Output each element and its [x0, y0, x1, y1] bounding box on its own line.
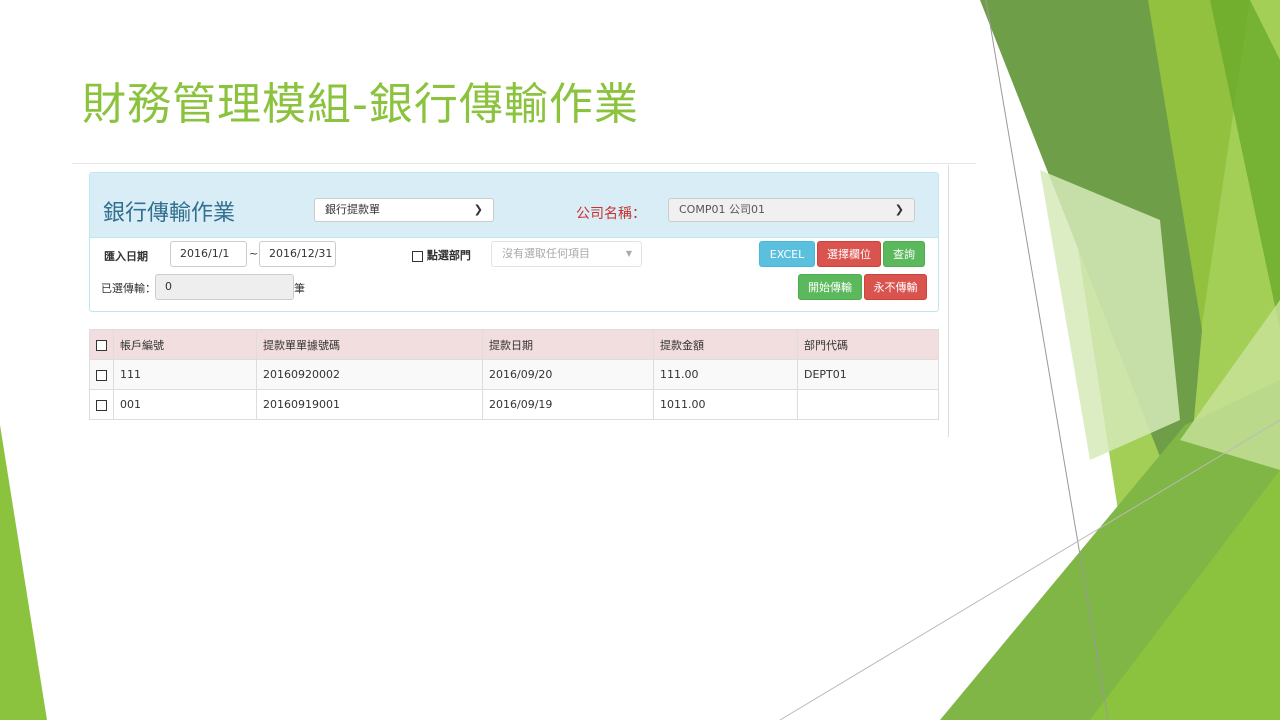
checkbox-icon [96, 339, 107, 351]
dept-placeholder: 沒有選取任何項目 [502, 247, 590, 260]
table-cell [797, 389, 939, 420]
start-transfer-button[interactable]: 開始傳輸 [798, 274, 862, 300]
slide-title: 財務管理模組-銀行傳輸作業 [82, 79, 639, 130]
excel-button[interactable]: EXCEL [759, 241, 815, 267]
column-header[interactable]: 提款日期 [482, 329, 654, 360]
date-to-input[interactable]: 2016/12/31 [259, 241, 336, 267]
table-cell: 111 [113, 359, 257, 390]
chevron-down-icon: ❯ [473, 203, 483, 216]
table-cell: 20160920002 [256, 359, 483, 390]
filter-panel: 銀行傳輸作業 銀行提款單 ❯ 公司名稱： COMP01 公司01 ❯ 匯入日期 … [89, 172, 939, 312]
checkbox-icon [412, 250, 423, 262]
date-label: 匯入日期 [104, 250, 148, 263]
panel-header: 銀行傳輸作業 銀行提款單 ❯ 公司名稱： COMP01 公司01 ❯ [90, 173, 938, 238]
never-transfer-button[interactable]: 永不傳輸 [864, 274, 927, 300]
company-label: 公司名稱： [576, 206, 646, 222]
table-cell: 1011.00 [653, 389, 798, 420]
date-from-input[interactable]: 2016/1/1 [170, 241, 247, 267]
company-value: COMP01 公司01 [679, 203, 765, 216]
select-all-checkbox[interactable] [89, 329, 114, 360]
chevron-down-icon: ❯ [894, 203, 904, 216]
select-columns-button[interactable]: 選擇欄位 [817, 241, 881, 267]
table-header-row: 帳戶編號 提款單單據號碼 提款日期 提款金額 部門代碼 [89, 329, 939, 360]
checkbox-icon [96, 399, 107, 411]
doc-type-select[interactable]: 銀行提款單 ❯ [314, 198, 494, 222]
table-cell: 20160919001 [256, 389, 483, 420]
divider [72, 163, 976, 164]
selected-label: 已選傳輸： [101, 282, 156, 295]
row-checkbox[interactable] [89, 359, 114, 390]
company-select[interactable]: COMP01 公司01 ❯ [668, 198, 915, 222]
table-cell: 111.00 [653, 359, 798, 390]
date-separator: ~ [249, 247, 259, 260]
table-row[interactable]: 001 20160919001 2016/09/19 1011.00 [89, 389, 939, 420]
table-cell: 001 [113, 389, 257, 420]
dept-multiselect[interactable]: 沒有選取任何項目 ▼ [491, 241, 642, 267]
transfer-table: 帳戶編號 提款單單據號碼 提款日期 提款金額 部門代碼 111 20160920… [89, 329, 939, 420]
table-cell: DEPT01 [797, 359, 939, 390]
column-header[interactable]: 部門代碼 [797, 329, 939, 360]
table-row[interactable]: 111 20160920002 2016/09/20 111.00 DEPT01 [89, 359, 939, 390]
page-title: 銀行傳輸作業 [103, 201, 236, 226]
query-button[interactable]: 查詢 [883, 241, 925, 267]
column-header[interactable]: 帳戶編號 [113, 329, 257, 360]
divider [948, 165, 949, 437]
row-checkbox[interactable] [89, 389, 114, 420]
app-screenshot: 銀行傳輸作業 銀行提款單 ❯ 公司名稱： COMP01 公司01 ❯ 匯入日期 … [72, 163, 976, 439]
selected-unit: 筆 [294, 282, 305, 295]
column-header[interactable]: 提款金額 [653, 329, 798, 360]
selected-count-field: 0 [155, 274, 294, 300]
table-cell: 2016/09/19 [482, 389, 654, 420]
dept-checkbox-label: 點選部門 [426, 249, 471, 262]
caret-down-icon: ▼ [625, 249, 632, 258]
doc-type-value: 銀行提款單 [325, 203, 380, 216]
column-header[interactable]: 提款單單據號碼 [256, 329, 483, 360]
table-cell: 2016/09/20 [482, 359, 654, 390]
dept-checkbox[interactable]: 點選部門 [412, 247, 471, 263]
checkbox-icon [96, 369, 107, 381]
